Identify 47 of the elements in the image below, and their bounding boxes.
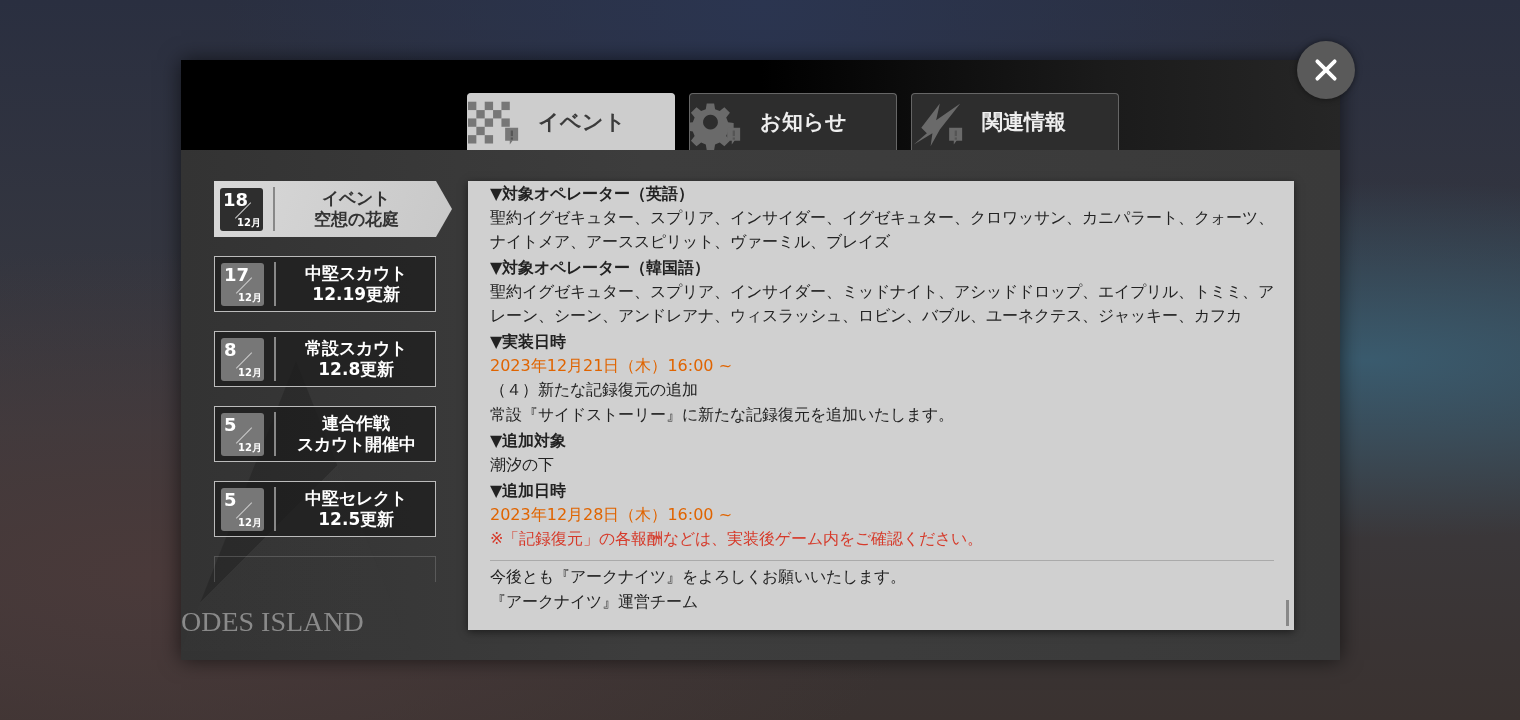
date-day: 5: [224, 488, 237, 510]
body-text: 常設『サイドストーリー』に新たな記録復元を追加いたします。: [490, 404, 955, 426]
date-month: 12月: [237, 215, 261, 230]
date-text: 2023年12月28日（木）16:00 ~: [490, 504, 734, 526]
item-title: 常設スカウト: [305, 338, 408, 359]
scrollbar[interactable]: [1286, 600, 1289, 626]
date-day: 17: [224, 263, 250, 285]
item-title: 連合作戦: [322, 413, 391, 434]
notice-list-item[interactable]: 5 12月 中堅セレクト 12.5更新: [214, 481, 436, 537]
date-text: 2023年12月21日（木）16:00 ~: [490, 355, 734, 377]
notice-list-item[interactable]: 5 12月 連合作戦 スカウト開催中: [214, 406, 436, 462]
item-title: 12.5更新: [318, 509, 395, 530]
item-title: 空想の花庭: [313, 209, 399, 230]
body-text: 『アークナイツ』運営チーム: [490, 591, 699, 613]
item-title: スカウト開催中: [296, 434, 416, 455]
section-heading: ▼対象オペレーター（英語）: [490, 183, 696, 205]
logo-text: ODES ISLAND: [181, 606, 364, 638]
body-text: 今後とも『アークナイツ』をよろしくお願いいたします。: [490, 566, 907, 588]
date-day: 18: [223, 188, 249, 210]
body-text: 聖約イグゼキュター、スプリア、インサイダー、イグゼキュター、クロワッサン、カニパラート、クォーツ、ナイトメア、アーススピリット、ヴァーミル、ブレイズ: [490, 207, 1274, 253]
date-day: 8: [224, 338, 237, 360]
item-title: 中堅スカウト: [305, 263, 408, 284]
close-icon: [1313, 57, 1339, 83]
close-button[interactable]: [1297, 41, 1355, 99]
section-heading: ▼対象オペレーター（韓国語）: [490, 257, 712, 279]
date-month: 12月: [238, 290, 262, 305]
notice-list-item[interactable]: 17 12月 中堅スカウト 12.19更新: [214, 256, 436, 312]
body-text: 潮汐の下: [490, 454, 555, 476]
tab[interactable]: イベント: [467, 93, 675, 150]
date-day: 5: [224, 413, 237, 435]
tab[interactable]: お知らせ: [689, 93, 897, 150]
tab[interactable]: 関連情報: [911, 93, 1119, 150]
body-text: （４）新たな記録復元の追加: [490, 379, 699, 401]
section-heading: ▼追加日時: [490, 480, 568, 502]
notice-list-item[interactable]: 8 12月 常設スカウト 12.8更新: [214, 331, 436, 387]
date-month: 12月: [238, 440, 262, 455]
section-heading: ▼実装日時: [490, 331, 568, 353]
body-text: 聖約イグゼキュター、スプリア、インサイダー、ミッドナイト、アシッドドロップ、エイプリル、トミミ、アレーン、シーン、アンドレアナ、ウィスラッシュ、ロビン、バブル、ユーネクテス、ジャッキー、カフカ: [490, 281, 1274, 327]
date-month: 12月: [238, 365, 262, 380]
date-month: 12月: [238, 515, 262, 530]
item-title: 12.19更新: [312, 284, 401, 305]
item-title: 12.8更新: [318, 359, 395, 380]
note-text: ※「記録復元」の各報酬などは、実装後ゲーム内をご確認ください。: [490, 528, 985, 550]
section-heading: ▼追加対象: [490, 430, 568, 452]
item-title: 中堅セレクト: [305, 488, 408, 509]
item-title: イベント: [322, 188, 391, 209]
notice-list-item[interactable]: 18 12月 イベント 空想の花庭: [214, 181, 452, 237]
